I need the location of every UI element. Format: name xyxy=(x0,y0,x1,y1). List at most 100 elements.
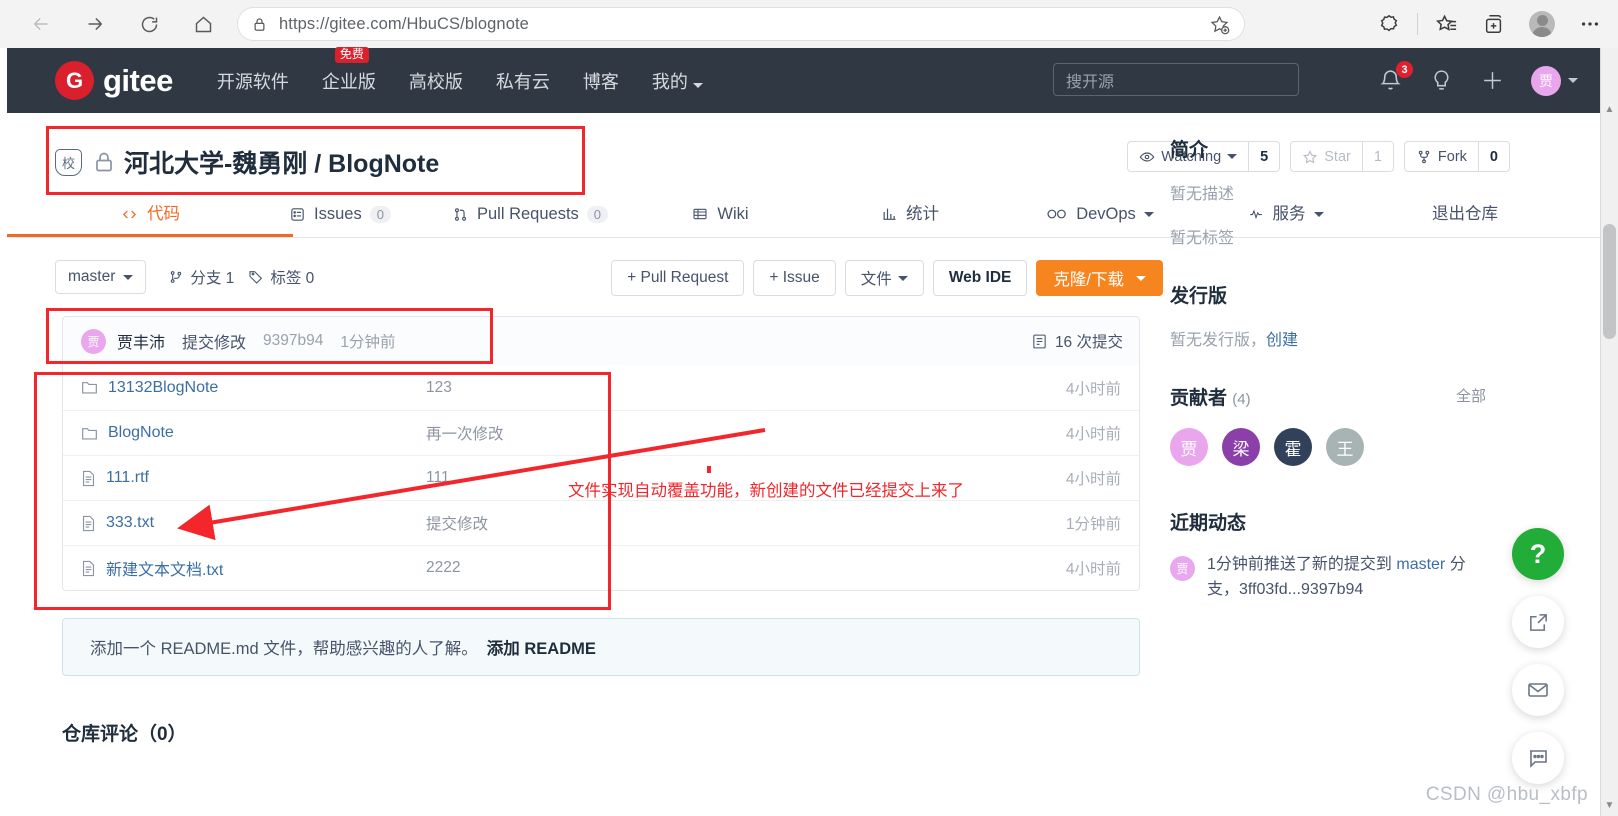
no-release-text: 暂无发行版，创建 xyxy=(1170,326,1500,350)
share-icon xyxy=(1529,613,1547,631)
forward-button[interactable] xyxy=(76,5,114,43)
file-name-cell[interactable]: 新建文本文档.txt xyxy=(81,556,426,580)
nav-item-education[interactable]: 高校版 xyxy=(409,68,463,94)
file-name-cell[interactable]: BlogNote xyxy=(81,424,426,442)
file-commit-message[interactable]: 123 xyxy=(426,379,1066,397)
add-favorite-icon[interactable] xyxy=(1209,14,1230,35)
clone-download-button[interactable]: 克隆/下载 xyxy=(1036,260,1163,296)
commit-author[interactable]: 贾丰沛 xyxy=(117,329,165,353)
bell-icon[interactable]: 3 xyxy=(1378,61,1413,93)
gitee-header: G gitee 开源软件 免费 企业版 高校版 私有云 博客 我的 搜开源 3 … xyxy=(7,46,1600,113)
user-menu[interactable]: 贾 xyxy=(1531,65,1578,96)
more-options-icon[interactable] xyxy=(1570,4,1610,44)
tab-pull-requests[interactable]: Pull Requests 0 xyxy=(435,191,625,237)
share-fab-button[interactable] xyxy=(1512,596,1564,648)
scroll-up-arrow[interactable]: ▲ xyxy=(1603,102,1616,116)
contributor-avatar[interactable]: 王 xyxy=(1326,428,1364,466)
file-name-cell[interactable]: 13132BlogNote xyxy=(81,379,426,397)
activity-text: 1分钟前推送了新的提交到 master 分支，3ff03fd...9397b94 xyxy=(1207,553,1485,603)
favorites-icon[interactable] xyxy=(1426,4,1466,44)
contributors-heading: 贡献者 (4) xyxy=(1170,383,1500,410)
intro-heading: 简介 xyxy=(1170,140,1209,161)
activity-heading: 近期动态 xyxy=(1170,513,1247,534)
toolbar-divider xyxy=(1417,13,1418,35)
file-commit-message[interactable]: 2222 xyxy=(426,559,1066,577)
contributors-all-link[interactable]: 全部 xyxy=(1456,385,1486,406)
table-row[interactable]: 333.txt 提交修改 1分钟前 xyxy=(63,500,1139,545)
plus-icon[interactable] xyxy=(1480,68,1505,93)
commit-count-link[interactable]: 16 次提交 xyxy=(1031,330,1123,352)
tags-link[interactable]: 标签 0 xyxy=(248,266,314,288)
commit-message[interactable]: 提交修改 xyxy=(182,329,246,353)
tab-code[interactable]: 代码 xyxy=(7,191,293,237)
new-issue-button[interactable]: + Issue xyxy=(753,260,836,296)
sidebar-section-releases: 发行版 暂无发行版，创建 xyxy=(1170,281,1500,350)
back-button[interactable] xyxy=(22,5,60,43)
scrollbar-thumb[interactable] xyxy=(1603,224,1616,339)
browser-toolbar: https://gitee.com/HbuCS/blognote xyxy=(0,0,1618,48)
file-name: 111.rtf xyxy=(106,469,149,486)
file-commit-message[interactable]: 提交修改 xyxy=(426,512,1066,534)
contributor-avatar[interactable]: 贾 xyxy=(1170,428,1208,466)
reload-icon xyxy=(141,16,157,32)
annotation-note: 文件实现自动覆盖功能，新创建的文件已经提交上来了 xyxy=(568,482,964,500)
mail-fab-button[interactable] xyxy=(1512,664,1564,716)
table-row[interactable]: 13132BlogNote 123 4小时前 xyxy=(63,365,1139,410)
repo-owner[interactable]: 河北大学-魏勇刚 xyxy=(124,150,307,178)
file-name: 333.txt xyxy=(106,514,155,531)
nav-label: 开源软件 xyxy=(216,71,289,92)
add-tab-icon[interactable] xyxy=(1474,4,1514,44)
collections-icon[interactable] xyxy=(1369,4,1409,44)
nav-item-enterprise[interactable]: 免费 企业版 xyxy=(322,46,376,94)
activity-branch[interactable]: master xyxy=(1396,556,1445,573)
address-bar[interactable]: https://gitee.com/HbuCS/blognote xyxy=(237,7,1245,41)
branches-link[interactable]: 分支 1 xyxy=(168,266,234,288)
reload-button[interactable] xyxy=(130,5,168,43)
profile-avatar-icon[interactable] xyxy=(1522,4,1562,44)
tab-count: 0 xyxy=(586,205,609,223)
branch-selector[interactable]: master xyxy=(55,260,147,294)
table-row[interactable]: 新建文本文档.txt 2222 4小时前 xyxy=(63,545,1139,590)
help-fab-button[interactable]: ? xyxy=(1512,528,1564,580)
file-name-cell[interactable]: 333.txt xyxy=(81,514,426,532)
repo-name[interactable]: BlogNote xyxy=(328,150,439,178)
commit-count-label: 16 次提交 xyxy=(1054,334,1123,351)
tab-devops[interactable]: DevOps xyxy=(1005,191,1195,237)
web-ide-button[interactable]: Web IDE xyxy=(932,260,1028,296)
tab-issues[interactable]: Issues 0 xyxy=(245,191,435,237)
branch-selector-label: master xyxy=(68,268,116,285)
tab-statistics[interactable]: 统计 xyxy=(815,191,1005,237)
scroll-down-arrow[interactable]: ▼ xyxy=(1603,798,1616,812)
contributor-avatar[interactable]: 梁 xyxy=(1222,428,1260,466)
gitee-logo[interactable]: G gitee xyxy=(55,61,173,100)
free-badge: 免费 xyxy=(334,46,369,64)
file-commit-message[interactable]: 再一次修改 xyxy=(426,422,1066,444)
files-menu-button[interactable]: 文件 xyxy=(844,260,924,296)
create-release-link[interactable]: 创建 xyxy=(1266,332,1298,349)
commit-sha[interactable]: 9397b94 xyxy=(263,332,323,350)
tab-wiki[interactable]: Wiki xyxy=(625,191,815,237)
pull-request-icon xyxy=(454,207,466,221)
search-placeholder: 搜开源 xyxy=(1066,73,1115,91)
add-readme-link[interactable]: 添加 README xyxy=(487,635,596,659)
file-time: 4小时前 xyxy=(1065,471,1121,488)
contributors-count: (4) xyxy=(1232,391,1251,408)
home-button[interactable] xyxy=(184,5,222,43)
nav-item-private-cloud[interactable]: 私有云 xyxy=(496,68,550,94)
file-icon xyxy=(81,515,96,532)
nav-item-blog[interactable]: 博客 xyxy=(583,68,619,94)
search-input[interactable]: 搜开源 xyxy=(1053,63,1299,96)
lightbulb-icon[interactable] xyxy=(1429,68,1454,93)
latest-commit-bar: 贾 贾丰沛 提交修改 9397b94 1分钟前 16 次提交 xyxy=(62,316,1140,365)
feedback-fab-button[interactable] xyxy=(1512,732,1564,784)
nav-item-mine[interactable]: 我的 xyxy=(652,68,703,94)
contributor-avatar[interactable]: 霍 xyxy=(1274,428,1312,466)
branches-label: 分支 1 xyxy=(190,270,235,287)
table-row[interactable]: BlogNote 再一次修改 4小时前 xyxy=(63,410,1139,455)
chevron-down-icon xyxy=(1568,78,1578,83)
new-pull-request-button[interactable]: + Pull Request xyxy=(611,260,745,296)
page-scrollbar[interactable]: ▲ ▼ xyxy=(1600,48,1618,816)
file-name-cell[interactable]: 111.rtf xyxy=(81,469,426,487)
nav-item-opensource[interactable]: 开源软件 xyxy=(217,68,289,94)
help-icon: ? xyxy=(1529,538,1547,569)
